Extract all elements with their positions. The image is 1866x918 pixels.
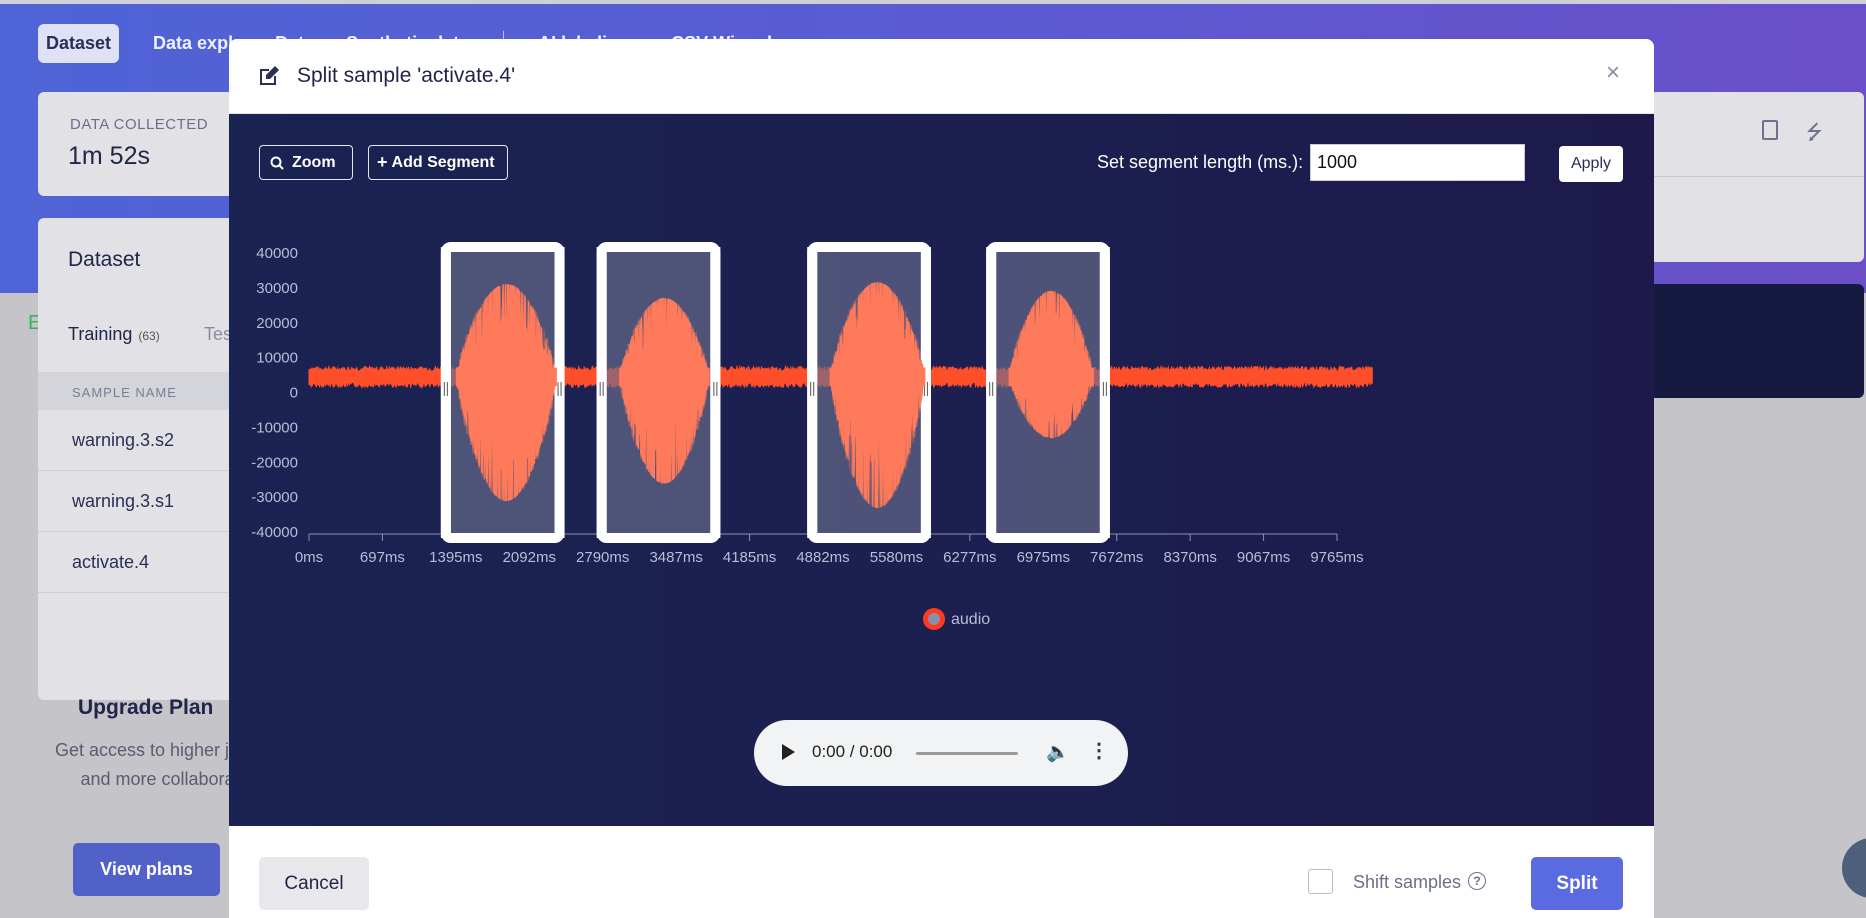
audio-progress-slider[interactable] <box>916 752 1018 755</box>
table-row[interactable]: warning.3.s2 <box>38 410 248 471</box>
tab-training-count: (63) <box>138 329 160 343</box>
x-tick-label: 7672ms <box>1090 549 1143 566</box>
audio-time: 0:00 / 0:00 <box>812 742 893 761</box>
dataset-title: Dataset <box>68 248 141 271</box>
tab-training-label: Training <box>68 324 133 344</box>
close-icon[interactable]: × <box>1606 61 1620 85</box>
segment-length-label: Set segment length (ms.): <box>1097 152 1304 172</box>
x-tick-label: 9067ms <box>1237 549 1290 566</box>
shift-samples-checkbox[interactable] <box>1308 869 1333 894</box>
segment-right-handle <box>554 247 565 538</box>
modal-footer: Cancel Shift samples ? Split <box>229 826 1654 918</box>
chip-icon[interactable] <box>1762 120 1778 140</box>
usb-icon[interactable]: ⭍ <box>1806 118 1823 152</box>
add-segment-label: Add Segment <box>391 153 495 171</box>
volume-icon[interactable]: 🔈 <box>1046 740 1070 764</box>
tab-test[interactable]: Tes <box>204 324 232 345</box>
y-tick-label: 10000 <box>256 350 298 367</box>
add-segment-button[interactable]: + Add Segment <box>368 145 508 180</box>
x-tick-label: 6277ms <box>943 549 996 566</box>
x-tick-label: 4185ms <box>723 549 776 566</box>
segment-left-handle <box>807 247 818 538</box>
split-button[interactable]: Split <box>1531 857 1623 910</box>
x-tick-label: 0ms <box>295 549 323 566</box>
top-border <box>0 0 1866 4</box>
audio-player: 0:00 / 0:00 🔈 ⋮ <box>754 720 1128 786</box>
data-collected-label: DATA COLLECTED <box>70 116 209 133</box>
segment-left-handle <box>596 247 607 538</box>
play-icon[interactable] <box>782 744 795 760</box>
data-collected-card: DATA COLLECTED 1m 52s <box>38 92 248 196</box>
data-collected-value: 1m 52s <box>68 142 150 170</box>
y-tick-label: 40000 <box>256 245 298 262</box>
sample-name-header: SAMPLE NAME <box>72 385 177 400</box>
sample-name: warning.3.s2 <box>72 430 175 450</box>
search-icon <box>270 156 284 170</box>
modal-title: Split sample 'activate.4' <box>297 64 516 87</box>
divider <box>1650 176 1864 177</box>
shift-samples-label: Shift samples <box>1353 872 1462 892</box>
dark-panel <box>1650 284 1864 398</box>
view-plans-button[interactable]: View plans <box>73 843 220 896</box>
legend-marker-inner <box>928 613 940 625</box>
x-tick-label: 2092ms <box>503 549 556 566</box>
segment-right-handle <box>1099 247 1110 538</box>
y-tick-label: 30000 <box>256 280 298 297</box>
x-tick-label: 8370ms <box>1163 549 1216 566</box>
x-tick-label: 6975ms <box>1017 549 1070 566</box>
table-row[interactable]: warning.3.s1 <box>38 471 248 532</box>
tab-dataset[interactable]: Dataset <box>38 24 120 63</box>
y-tick-label: -10000 <box>251 419 298 436</box>
modal-body: 40000 30000 20000 10000 0 -10000 -20000 -30000 -… <box>229 114 1654 826</box>
sample-name: warning.3.s1 <box>72 491 175 511</box>
split-sample-modal: Split sample 'activate.4' × 40000 30000 20… <box>229 39 1654 918</box>
y-tick-label: 20000 <box>256 315 298 332</box>
x-tick-label: 1395ms <box>429 549 482 566</box>
plus-icon: + <box>377 152 388 172</box>
x-tick-label: 3487ms <box>649 549 702 566</box>
device-card: ⭍ <box>1650 92 1864 262</box>
segment-right-handle <box>710 247 721 538</box>
tab-training[interactable]: Training (63) <box>68 324 160 345</box>
y-tick-label: -40000 <box>251 524 298 541</box>
cancel-button[interactable]: Cancel <box>259 857 369 910</box>
more-options-icon[interactable]: ⋮ <box>1089 738 1109 763</box>
help-icon[interactable]: ? <box>1468 872 1486 890</box>
apply-button[interactable]: Apply <box>1559 146 1623 182</box>
dataset-card: Dataset Training (63) Tes SAMPLE NAME war… <box>38 218 248 700</box>
segment-length-input[interactable] <box>1310 144 1525 181</box>
zoom-button[interactable]: Zoom <box>259 145 353 180</box>
x-tick-label: 9765ms <box>1310 549 1363 566</box>
table-row[interactable]: activate.4 <box>38 532 248 593</box>
column-header: SAMPLE NAME <box>38 372 248 410</box>
upgrade-title: Upgrade Plan <box>78 696 214 719</box>
sample-name: activate.4 <box>72 552 150 572</box>
x-tick-label: 5580ms <box>870 549 923 566</box>
y-tick-label: 0 <box>290 385 298 402</box>
modal-header: Split sample 'activate.4' × <box>229 39 1654 114</box>
y-tick-label: -30000 <box>251 489 298 506</box>
legend-label: audio <box>951 611 990 628</box>
x-tick-label: 697ms <box>360 549 405 566</box>
x-tick-label: 4882ms <box>796 549 849 566</box>
y-tick-label: -20000 <box>251 454 298 471</box>
edit-icon <box>260 66 279 85</box>
segment-left-handle <box>440 247 451 538</box>
tab-data-explorer[interactable]: Data expl <box>145 24 241 63</box>
segment-left-handle <box>986 247 997 538</box>
zoom-label: Zoom <box>292 153 336 171</box>
x-tick-label: 2790ms <box>576 549 629 566</box>
